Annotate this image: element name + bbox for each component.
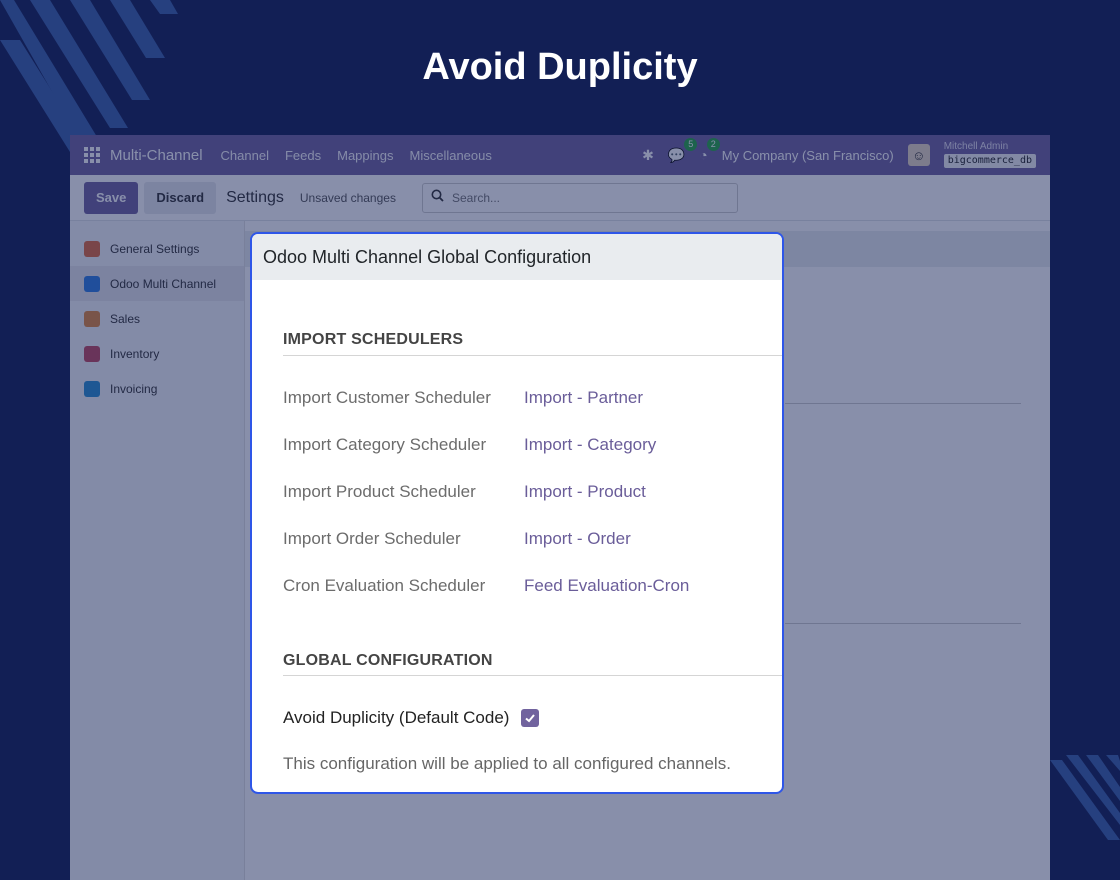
scheduler-row-product: Import Product Scheduler Import - Produc… bbox=[283, 482, 763, 502]
avoid-duplicity-checkbox[interactable] bbox=[521, 709, 540, 727]
global-configuration-heading: GLOBAL CONFIGURATION bbox=[283, 652, 493, 669]
scheduler-link[interactable]: Import - Category bbox=[524, 435, 656, 455]
checkmark-icon bbox=[525, 714, 536, 723]
section-divider bbox=[283, 675, 782, 676]
scheduler-label: Import Category Scheduler bbox=[283, 435, 487, 454]
hero-title: Avoid Duplicity bbox=[422, 46, 698, 88]
section-divider bbox=[283, 355, 782, 356]
scheduler-link[interactable]: Import - Order bbox=[524, 529, 631, 549]
scheduler-label: Import Customer Scheduler bbox=[283, 388, 491, 407]
scheduler-link[interactable]: Import - Product bbox=[524, 482, 646, 502]
scheduler-label: Cron Evaluation Scheduler bbox=[283, 576, 486, 595]
scheduler-row-order: Import Order Scheduler Import - Order bbox=[283, 529, 763, 549]
decorative-stripes-bottom-right bbox=[1050, 755, 1120, 840]
scheduler-row-cron-evaluation: Cron Evaluation Scheduler Feed Evaluatio… bbox=[283, 576, 763, 596]
help-text: This configuration will be applied to al… bbox=[283, 754, 731, 773]
global-configuration-panel: Odoo Multi Channel Global Configuration … bbox=[250, 232, 784, 794]
avoid-duplicity-label: Avoid Duplicity (Default Code) bbox=[283, 708, 510, 727]
scheduler-row-customer: Import Customer Scheduler Import - Partn… bbox=[283, 388, 763, 408]
avoid-duplicity-setting: Avoid Duplicity (Default Code) bbox=[283, 708, 540, 728]
scheduler-link[interactable]: Import - Partner bbox=[524, 388, 643, 408]
import-schedulers-heading: IMPORT SCHEDULERS bbox=[283, 331, 464, 348]
scheduler-link[interactable]: Feed Evaluation-Cron bbox=[524, 576, 689, 596]
scheduler-label: Import Product Scheduler bbox=[283, 482, 476, 501]
scheduler-row-category: Import Category Scheduler Import - Categ… bbox=[283, 435, 763, 455]
panel-title: Odoo Multi Channel Global Configuration bbox=[252, 234, 782, 280]
scheduler-label: Import Order Scheduler bbox=[283, 529, 461, 548]
